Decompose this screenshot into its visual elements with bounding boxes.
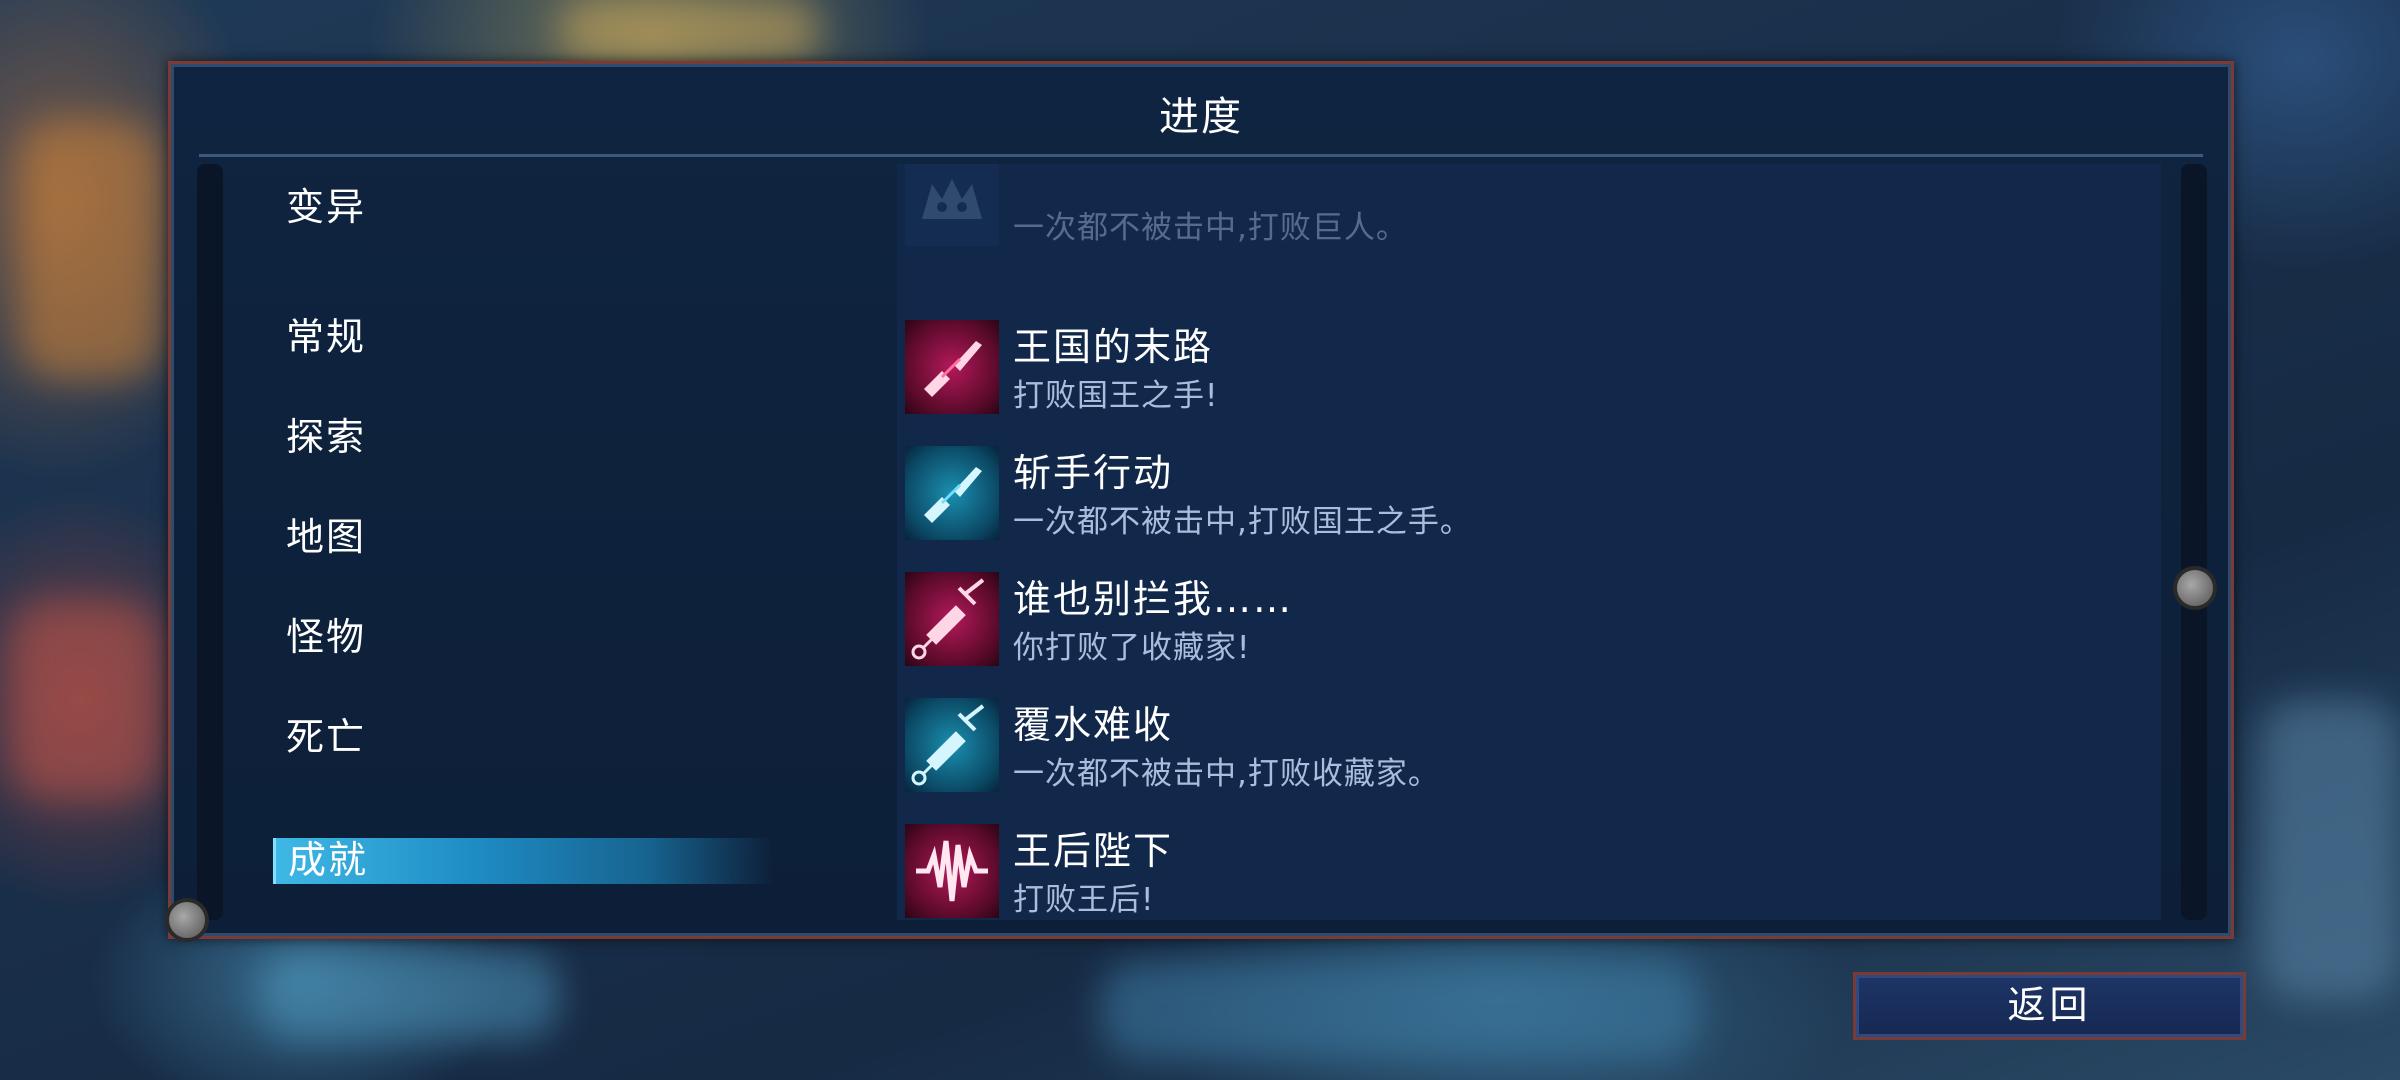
broken-sword-icon <box>905 446 999 540</box>
title-divider <box>199 154 2203 157</box>
broken-sword-icon <box>905 320 999 414</box>
background-blur <box>2260 700 2400 1000</box>
menu-item-achievements[interactable]: 成就 <box>273 838 773 884</box>
left-scroll-thumb[interactable] <box>165 898 209 942</box>
achievement-name: 覆水难收 <box>1013 703 1174 747</box>
achievement-desc: 打败国王之手! <box>1013 378 1219 414</box>
panel-title: 进度 <box>1159 94 1243 140</box>
achievement-desc: 一次都不被击中,打败国王之手。 <box>1013 504 1472 540</box>
achievement-name: 王国的末路 <box>1013 325 1214 369</box>
menu-item-general[interactable]: 常规 <box>286 306 366 361</box>
menu-item-monsters[interactable]: 怪物 <box>286 606 366 661</box>
left-scroll-track[interactable] <box>197 164 223 920</box>
menu-item-exploration[interactable]: 探索 <box>286 406 366 461</box>
sound-wave-icon <box>905 824 999 918</box>
background-blur <box>260 950 560 1040</box>
background-blur <box>1100 960 1700 1060</box>
background-blur <box>10 600 160 800</box>
achievement-desc: 你打败了收藏家! <box>1013 630 1251 666</box>
achievement-desc: 打败王后! <box>1013 882 1155 918</box>
achievement-list[interactable]: 一次都不被击中,打败巨人。 王国的末路 打败国王之手! 斩手行动 一次都不被击中… <box>897 164 2161 920</box>
syringe-icon <box>905 572 999 666</box>
giant-skull-icon <box>905 164 999 246</box>
achievement-item[interactable]: 覆水难收 一次都不被击中,打败收藏家。 <box>897 692 2161 792</box>
menu-item-mutations[interactable]: 变异 <box>286 176 366 231</box>
progress-panel: 进度 变异 常规 探索 地图 怪物 死亡 成就 一次都不被击中,打败巨人。 王国… <box>165 61 2234 942</box>
achievement-item[interactable]: 谁也别拦我…… 你打败了收藏家! <box>897 566 2161 666</box>
right-scroll-track[interactable] <box>2181 164 2207 920</box>
achievement-desc: 一次都不被击中,打败收藏家。 <box>1013 756 1440 792</box>
achievement-desc: 一次都不被击中,打败巨人。 <box>1013 210 1408 246</box>
menu-item-deaths[interactable]: 死亡 <box>286 706 366 761</box>
achievement-item[interactable]: 斩手行动 一次都不被击中,打败国王之手。 <box>897 440 2161 540</box>
achievement-item[interactable]: 王国的末路 打败国王之手! <box>897 314 2161 414</box>
back-button[interactable]: 返回 <box>1853 972 2246 1040</box>
achievement-name: 谁也别拦我…… <box>1013 577 1294 621</box>
syringe-icon <box>905 698 999 792</box>
achievement-name: 斩手行动 <box>1013 451 1174 495</box>
background-blur <box>20 120 160 380</box>
menu-item-map[interactable]: 地图 <box>286 506 366 561</box>
achievement-item[interactable]: 王后陛下 打败王后! <box>897 818 2161 918</box>
achievement-name: 王后陛下 <box>1013 829 1174 873</box>
achievement-item[interactable]: 一次都不被击中,打败巨人。 <box>897 164 2161 246</box>
background-blur <box>560 0 820 60</box>
right-scroll-thumb[interactable] <box>2173 566 2217 610</box>
